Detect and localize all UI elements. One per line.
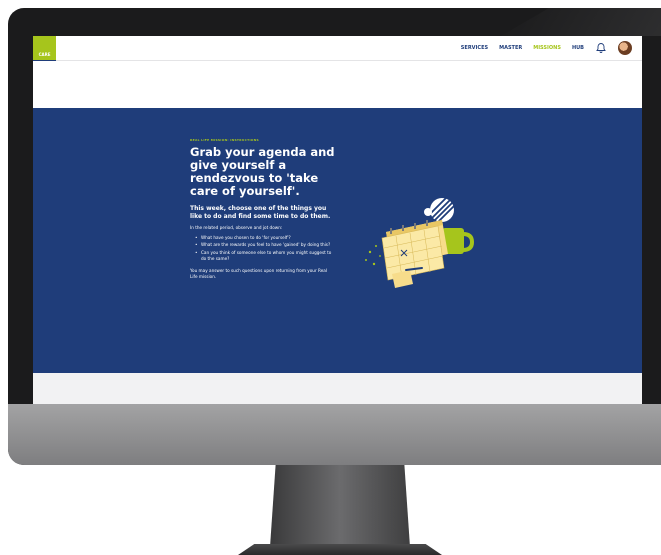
mission-questions: What have you chosen to do 'for yourself… <box>190 235 335 263</box>
nav-master[interactable]: MASTER <box>499 45 522 51</box>
nav-services[interactable]: SERVICES <box>461 45 488 51</box>
nav-hub[interactable]: HUB <box>572 45 584 51</box>
user-avatar[interactable] <box>618 41 632 55</box>
top-navigation-bar: CARE SERVICES MASTER MISSIONS HUB <box>33 36 642 61</box>
dot-decoration <box>424 208 432 216</box>
mission-question: What have you chosen to do 'for yourself… <box>195 235 335 242</box>
page-header-space <box>33 61 642 108</box>
monitor-chin <box>8 404 661 465</box>
screen: CARE SERVICES MASTER MISSIONS HUB REAL L… <box>33 36 642 404</box>
mission-panel: REAL LIFE MISSION: INSTRUCTIONS Grab you… <box>33 108 642 373</box>
main-nav: SERVICES MASTER MISSIONS HUB <box>461 36 632 60</box>
mission-closing: You may answer to such questions upon re… <box>190 267 328 280</box>
calendar-mug-illustration <box>365 197 475 288</box>
nav-missions[interactable]: MISSIONS <box>533 45 561 51</box>
brand-logo[interactable]: CARE <box>33 36 56 60</box>
mission-kicker: REAL LIFE MISSION: INSTRUCTIONS <box>190 138 259 142</box>
bell-icon[interactable] <box>595 42 607 54</box>
mission-body: In the related period, observe and jot d… <box>190 225 335 281</box>
confetti-decoration <box>365 245 381 266</box>
page-footer <box>33 373 642 404</box>
mission-intro: In the related period, observe and jot d… <box>190 225 283 230</box>
mission-question: What are the rewards you feel to have 'g… <box>195 242 335 249</box>
mission-subtitle: This week, choose one of the things you … <box>190 205 331 220</box>
striped-circle-decoration <box>429 197 455 223</box>
monitor-base <box>238 544 442 555</box>
calendar-icon <box>381 220 448 281</box>
monitor-stand <box>270 465 410 547</box>
mission-question: Can you think of someone else to whom yo… <box>195 250 335 263</box>
mission-title: Grab your agenda and give yourself a ren… <box>190 145 335 198</box>
mission-content: REAL LIFE MISSION: INSTRUCTIONS Grab you… <box>190 138 335 281</box>
logo-text: CARE <box>38 52 51 57</box>
